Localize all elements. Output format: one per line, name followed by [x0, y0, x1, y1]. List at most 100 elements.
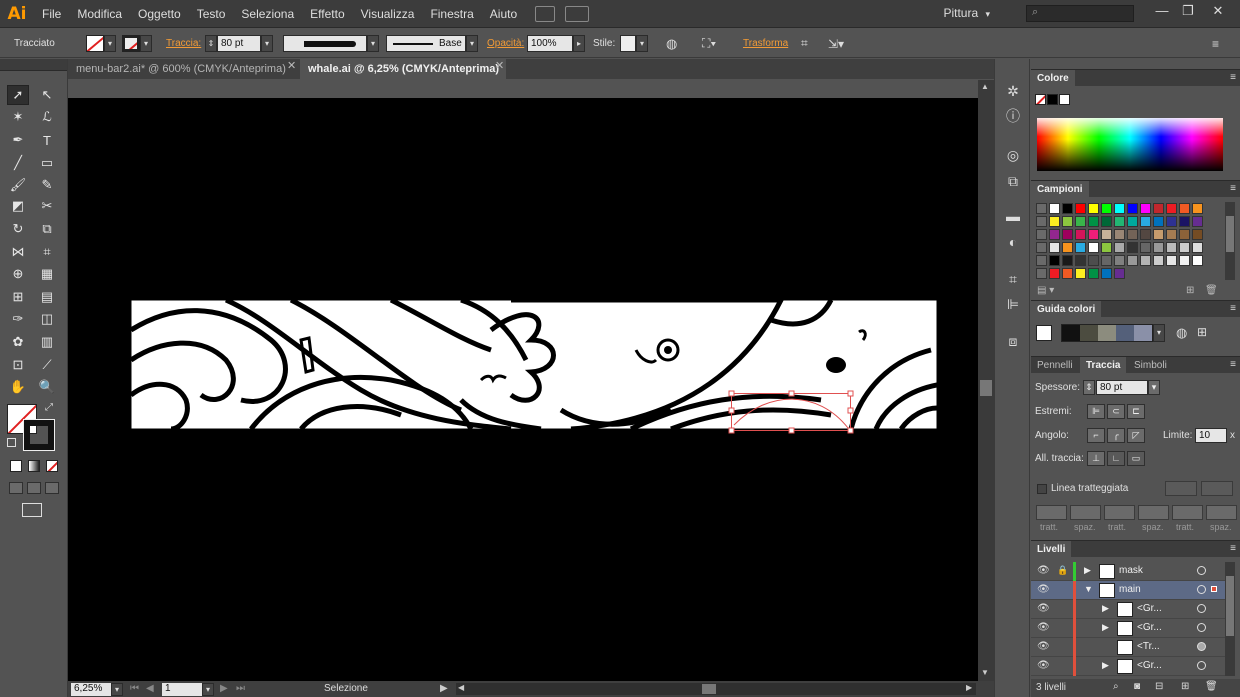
swatch[interactable] — [1192, 203, 1203, 214]
visibility-eye-icon[interactable]: 👁 — [1037, 565, 1050, 576]
shape-builder-tool-icon[interactable]: ⊕ — [7, 264, 29, 284]
visibility-eye-icon[interactable]: 👁 — [1037, 660, 1050, 671]
swatch[interactable] — [1127, 203, 1138, 214]
minimize-button[interactable]: — — [1150, 1, 1174, 21]
layer-name[interactable]: mask — [1119, 565, 1143, 576]
panel-menu-icon[interactable]: ≡ — [1230, 303, 1236, 314]
swatch[interactable] — [1140, 229, 1151, 240]
type-tool-icon[interactable]: T — [36, 130, 58, 150]
perspective-grid-tool-icon[interactable]: ▦ — [36, 264, 58, 284]
swatch[interactable] — [1088, 229, 1099, 240]
expand-icon[interactable]: ▶ — [1102, 660, 1109, 671]
gap-field-3[interactable] — [1206, 505, 1237, 520]
none-mode-icon[interactable] — [46, 460, 58, 472]
tab-color[interactable]: Colore — [1031, 70, 1075, 87]
swatch[interactable] — [1101, 255, 1112, 266]
swatch[interactable] — [1075, 216, 1086, 227]
swatch[interactable] — [1166, 255, 1177, 266]
visibility-eye-icon[interactable]: 👁 — [1037, 622, 1050, 633]
layer-row[interactable]: 👁 ▶ <Gr... — [1031, 600, 1225, 619]
weight-stepper[interactable]: ⇕ — [1083, 380, 1095, 395]
menu-help[interactable]: Aiuto — [482, 0, 525, 28]
tab-color-guide[interactable]: Guida colori — [1031, 301, 1102, 318]
swatch[interactable] — [1088, 242, 1099, 253]
style-dropdown[interactable]: ▾ — [636, 35, 648, 52]
layer-row[interactable]: 👁 <Tr... — [1031, 638, 1225, 657]
scale-tool-icon[interactable]: ⧉ — [36, 219, 58, 239]
swatch[interactable] — [1088, 203, 1099, 214]
tab-layers[interactable]: Livelli — [1031, 541, 1072, 558]
menu-edit[interactable]: Modifica — [69, 0, 130, 28]
align-outside-button[interactable]: ▭ — [1127, 451, 1145, 466]
swatch[interactable] — [1101, 216, 1112, 227]
swatch[interactable] — [1114, 216, 1125, 227]
stroke-color-swatch[interactable] — [23, 419, 55, 451]
locate-object-icon[interactable]: ⌕ — [1113, 681, 1119, 692]
panel-menu-icon[interactable]: ≡ — [1230, 359, 1236, 370]
collapse-icon[interactable]: ▼ — [1084, 584, 1093, 594]
swatch[interactable] — [1166, 242, 1177, 253]
swatch[interactable] — [1179, 216, 1190, 227]
swatch[interactable] — [1114, 268, 1125, 279]
next-artboard-icon[interactable]: ▶ — [220, 683, 228, 694]
gradient-panel-icon[interactable]: ▬ — [1003, 206, 1023, 226]
swap-fill-stroke-icon[interactable]: ⤢ — [45, 402, 53, 413]
tools-panel-header[interactable] — [0, 59, 67, 71]
swatch[interactable] — [1049, 255, 1060, 266]
dash-field-1[interactable] — [1036, 505, 1067, 520]
layer-row[interactable]: 👁 ▶ <Gr... — [1031, 657, 1225, 676]
zoom-dropdown[interactable]: ▾ — [111, 683, 123, 696]
opacity-dropdown[interactable]: ▸ — [573, 35, 585, 52]
visibility-eye-icon[interactable]: 👁 — [1037, 603, 1050, 614]
swatch[interactable] — [1114, 229, 1125, 240]
layer-row[interactable]: 👁 ▼ main — [1031, 581, 1225, 600]
brush-definition[interactable]: Base — [386, 35, 466, 52]
dashed-line-checkbox[interactable] — [1037, 484, 1047, 494]
swatch-group-icon[interactable] — [1036, 203, 1047, 214]
swatch[interactable] — [1088, 255, 1099, 266]
transform-link[interactable]: Trasforma — [743, 38, 788, 49]
selection-tool-icon[interactable]: ➚ — [7, 85, 29, 105]
scroll-right-icon[interactable]: ▶ — [966, 683, 972, 692]
target-circle-icon[interactable] — [1197, 585, 1206, 594]
free-transform-tool-icon[interactable]: ⌗ — [36, 242, 58, 262]
swatch[interactable] — [1166, 203, 1177, 214]
gap-field-1[interactable] — [1070, 505, 1101, 520]
vertical-scroll-thumb[interactable] — [980, 380, 992, 396]
make-clipping-mask-icon[interactable]: ◙ — [1134, 681, 1140, 692]
projecting-cap-button[interactable]: ⊏ — [1127, 404, 1145, 419]
base-color-swatch[interactable] — [1036, 325, 1052, 341]
swatch[interactable] — [1114, 203, 1125, 214]
swatch[interactable] — [1088, 216, 1099, 227]
search-input[interactable]: ⌕ — [1026, 5, 1134, 22]
layer-name[interactable]: main — [1119, 584, 1141, 595]
hand-tool-icon[interactable]: ✋ — [7, 377, 29, 397]
swatch[interactable] — [1101, 203, 1112, 214]
round-cap-button[interactable]: ⊂ — [1107, 404, 1125, 419]
swatch[interactable] — [1140, 203, 1151, 214]
menu-window[interactable]: Finestra — [422, 0, 481, 28]
recolor-artwork-icon[interactable]: ◍ — [1176, 325, 1187, 341]
profile-dropdown[interactable]: ▾ — [367, 35, 379, 52]
layer-name[interactable]: <Tr... — [1137, 641, 1160, 652]
swatch[interactable] — [1153, 229, 1164, 240]
swatch[interactable] — [1075, 203, 1086, 214]
layers-scrollbar[interactable] — [1225, 562, 1235, 676]
swatch[interactable] — [1140, 216, 1151, 227]
color-none-swatch[interactable] — [1035, 94, 1046, 105]
swatch[interactable] — [1075, 229, 1086, 240]
previous-artboard-icon[interactable]: ◀ — [146, 683, 154, 694]
expand-icon[interactable]: ▶ — [1102, 603, 1109, 614]
swatches-scrollbar[interactable] — [1225, 202, 1235, 280]
layer-name[interactable]: <Gr... — [1137, 660, 1162, 671]
expand-icon[interactable]: ▶ — [1084, 565, 1091, 576]
align-center-button[interactable]: ⊥ — [1087, 451, 1105, 466]
swatch[interactable] — [1062, 229, 1073, 240]
target-circle-icon[interactable] — [1197, 623, 1206, 632]
target-circle-icon[interactable] — [1197, 604, 1206, 613]
vertical-scrollbar[interactable]: ▲ ▼ — [978, 80, 994, 681]
align-icon[interactable]: ⛶▾ — [702, 36, 716, 51]
panel-menu-icon[interactable]: ≡ — [1230, 72, 1236, 83]
swatch[interactable] — [1114, 242, 1125, 253]
menu-file[interactable]: File — [34, 0, 69, 28]
